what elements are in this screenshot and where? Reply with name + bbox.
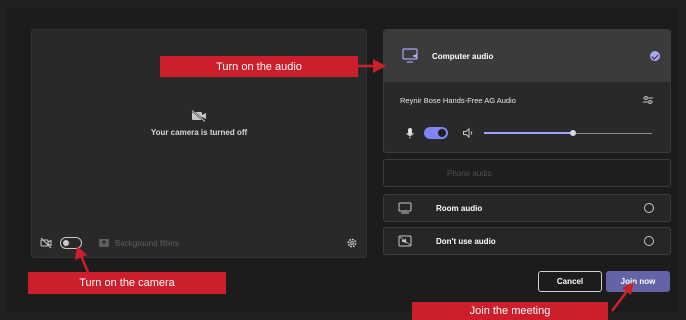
room-audio-label: Room audio xyxy=(436,203,483,213)
background-filters-icon xyxy=(99,239,109,247)
volume-slider-thumb[interactable] xyxy=(570,130,577,136)
dont-use-audio-option[interactable]: Don't use audio xyxy=(383,227,671,255)
camera-toggle[interactable] xyxy=(60,237,82,249)
camera-off-icon xyxy=(191,110,206,122)
camera-toggle-knob xyxy=(63,239,69,246)
device-settings-sliders-icon[interactable] xyxy=(642,94,654,106)
audio-controls-row xyxy=(384,118,670,148)
background-filters-label: Background filters xyxy=(115,238,180,248)
microphone-toggle[interactable] xyxy=(424,127,448,139)
computer-audio-panel: Computer audio Reynir Bose Hands-Free AG… xyxy=(383,29,671,153)
computer-audio-label: Computer audio xyxy=(432,51,494,61)
phone-audio-option: Phone audio xyxy=(383,159,671,187)
camera-off-icon xyxy=(40,237,52,249)
room-audio-radio[interactable] xyxy=(644,203,654,213)
no-audio-icon xyxy=(398,235,412,247)
selected-check-icon xyxy=(650,51,660,61)
audio-callout: Turn on the audio xyxy=(160,56,358,77)
speaker-icon xyxy=(463,127,473,139)
dont-use-audio-radio[interactable] xyxy=(644,236,654,246)
room-audio-option[interactable]: Room audio xyxy=(383,194,671,222)
camera-off-text: Your camera is turned off xyxy=(150,128,248,137)
computer-audio-icon xyxy=(402,48,418,63)
microphone-icon xyxy=(406,128,414,139)
volume-slider-fill xyxy=(484,132,574,134)
join-callout: Join the meeting xyxy=(412,302,608,320)
device-settings-gear-icon[interactable] xyxy=(346,237,358,249)
preview-toolbar: Background filters xyxy=(32,229,366,257)
audio-device-row: Reynir Bose Hands-Free AG Audio xyxy=(384,82,670,118)
speaker-volume-slider[interactable] xyxy=(484,127,652,139)
join-now-button[interactable]: Join now xyxy=(606,271,670,292)
camera-off-notice: Your camera is turned off xyxy=(32,110,366,137)
camera-callout: Turn on the camera xyxy=(28,272,226,294)
audio-device-name: Reynir Bose Hands-Free AG Audio xyxy=(400,95,516,105)
microphone-toggle-knob xyxy=(438,129,446,137)
dont-use-audio-label: Don't use audio xyxy=(436,236,496,246)
phone-audio-label: Phone audio xyxy=(447,168,492,178)
cancel-button[interactable]: Cancel xyxy=(538,271,602,292)
background-filters-button[interactable]: Background filters xyxy=(98,237,179,249)
room-audio-icon xyxy=(398,202,412,214)
computer-audio-option[interactable]: Computer audio xyxy=(384,30,670,82)
